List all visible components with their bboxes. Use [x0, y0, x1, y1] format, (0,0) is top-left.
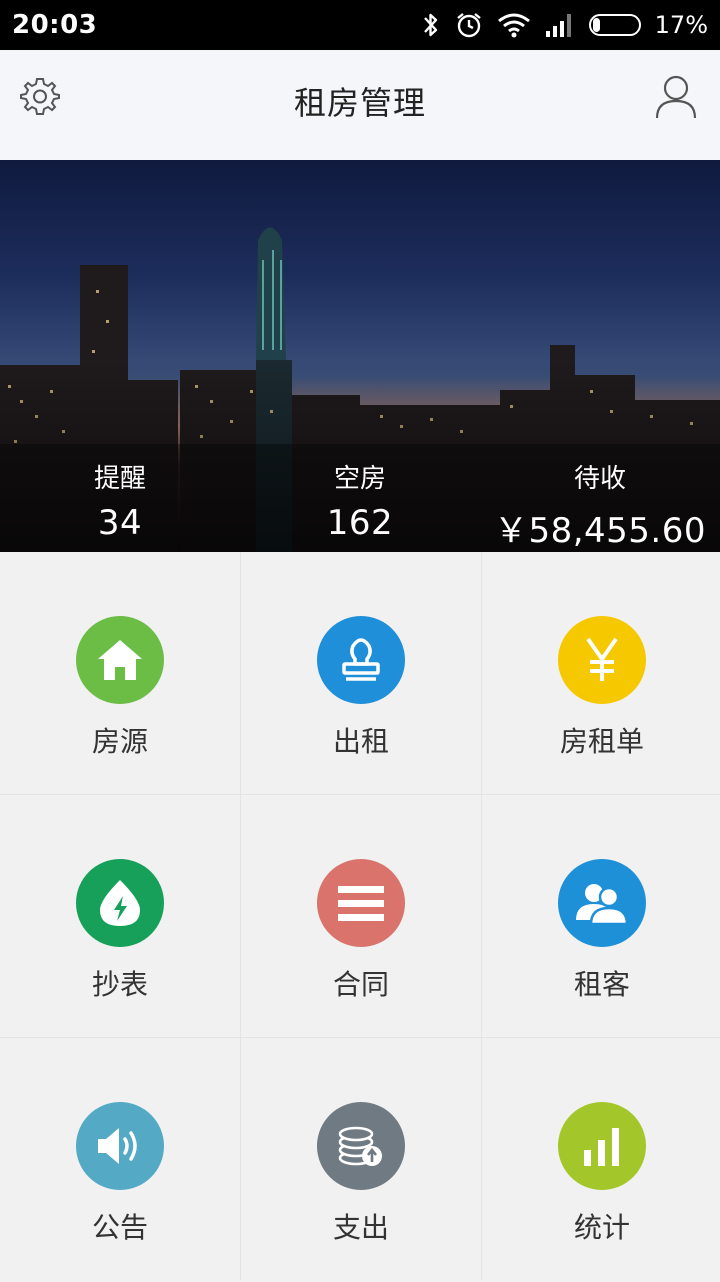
menu-item-label: 租客 [573, 968, 630, 1001]
contract-lines-icon [317, 859, 405, 947]
status-bar: 20:03 17% [0, 0, 720, 50]
menu-item-expenses[interactable]: 支出 [241, 1038, 481, 1282]
bluetooth-icon [423, 13, 437, 37]
menu-item-rent-bill[interactable]: 房租单 [482, 552, 720, 794]
stat-reminders[interactable]: 提醒 34 [20, 444, 220, 552]
stat-label: 待收 [573, 464, 626, 494]
stamp-icon [317, 616, 405, 704]
speaker-icon [76, 1102, 164, 1190]
menu-item-label: 公告 [91, 1211, 148, 1244]
menu-item-label: 出租 [332, 725, 389, 758]
stat-pending-receivable[interactable]: 待收 ￥58,455.60 [480, 444, 720, 552]
stat-label: 提醒 [93, 464, 146, 494]
status-icons: 17% [421, 11, 708, 39]
menu-item-statistics[interactable]: 统计 [482, 1038, 720, 1282]
tenants-icon [558, 859, 646, 947]
status-time: 20:03 [12, 10, 98, 40]
meter-drop-icon [76, 859, 164, 947]
signal-icon [545, 14, 571, 37]
menu-item-label: 合同 [332, 968, 389, 1001]
stats-bar: 提醒 34 空房 162 待收 ￥58,455.60 [0, 444, 720, 552]
menu-item-contract[interactable]: 合同 [241, 795, 481, 1037]
yen-icon [558, 616, 646, 704]
alarm-icon [456, 13, 481, 38]
battery-fill [592, 18, 600, 32]
stat-value: 162 [326, 503, 394, 543]
menu-item-listings[interactable]: 房源 [0, 552, 240, 794]
menu-item-label: 统计 [573, 1211, 630, 1244]
battery-icon [588, 14, 641, 36]
banner: 提醒 34 空房 162 待收 ￥58,455.60 [0, 160, 720, 552]
user-icon [655, 75, 697, 119]
menu-item-meter-reading[interactable]: 抄表 [0, 795, 240, 1037]
stat-value: ￥58,455.60 [493, 511, 707, 551]
stat-vacant-rooms[interactable]: 空房 162 [260, 444, 460, 552]
menu-item-announcements[interactable]: 公告 [0, 1038, 240, 1282]
stat-value: 34 [97, 503, 143, 543]
app-header: 租房管理 [0, 50, 720, 160]
profile-button[interactable] [654, 74, 702, 122]
coins-icon [317, 1102, 405, 1190]
wifi-icon [497, 13, 530, 38]
house-icon [76, 616, 164, 704]
stat-label: 空房 [333, 464, 386, 494]
menu-grid: 房源 出租 房租单 抄表 合同 租客 公告 支出 统计 [0, 552, 720, 1282]
battery-percent: 17% [654, 11, 708, 39]
menu-item-rent-out[interactable]: 出租 [241, 552, 481, 794]
menu-item-label: 房源 [91, 725, 148, 758]
bar-stats-icon [558, 1102, 646, 1190]
menu-item-label: 支出 [332, 1211, 389, 1244]
page-title: 租房管理 [293, 84, 426, 122]
menu-item-tenants[interactable]: 租客 [482, 795, 720, 1037]
menu-item-label: 房租单 [559, 725, 644, 758]
menu-item-label: 抄表 [91, 968, 148, 1001]
